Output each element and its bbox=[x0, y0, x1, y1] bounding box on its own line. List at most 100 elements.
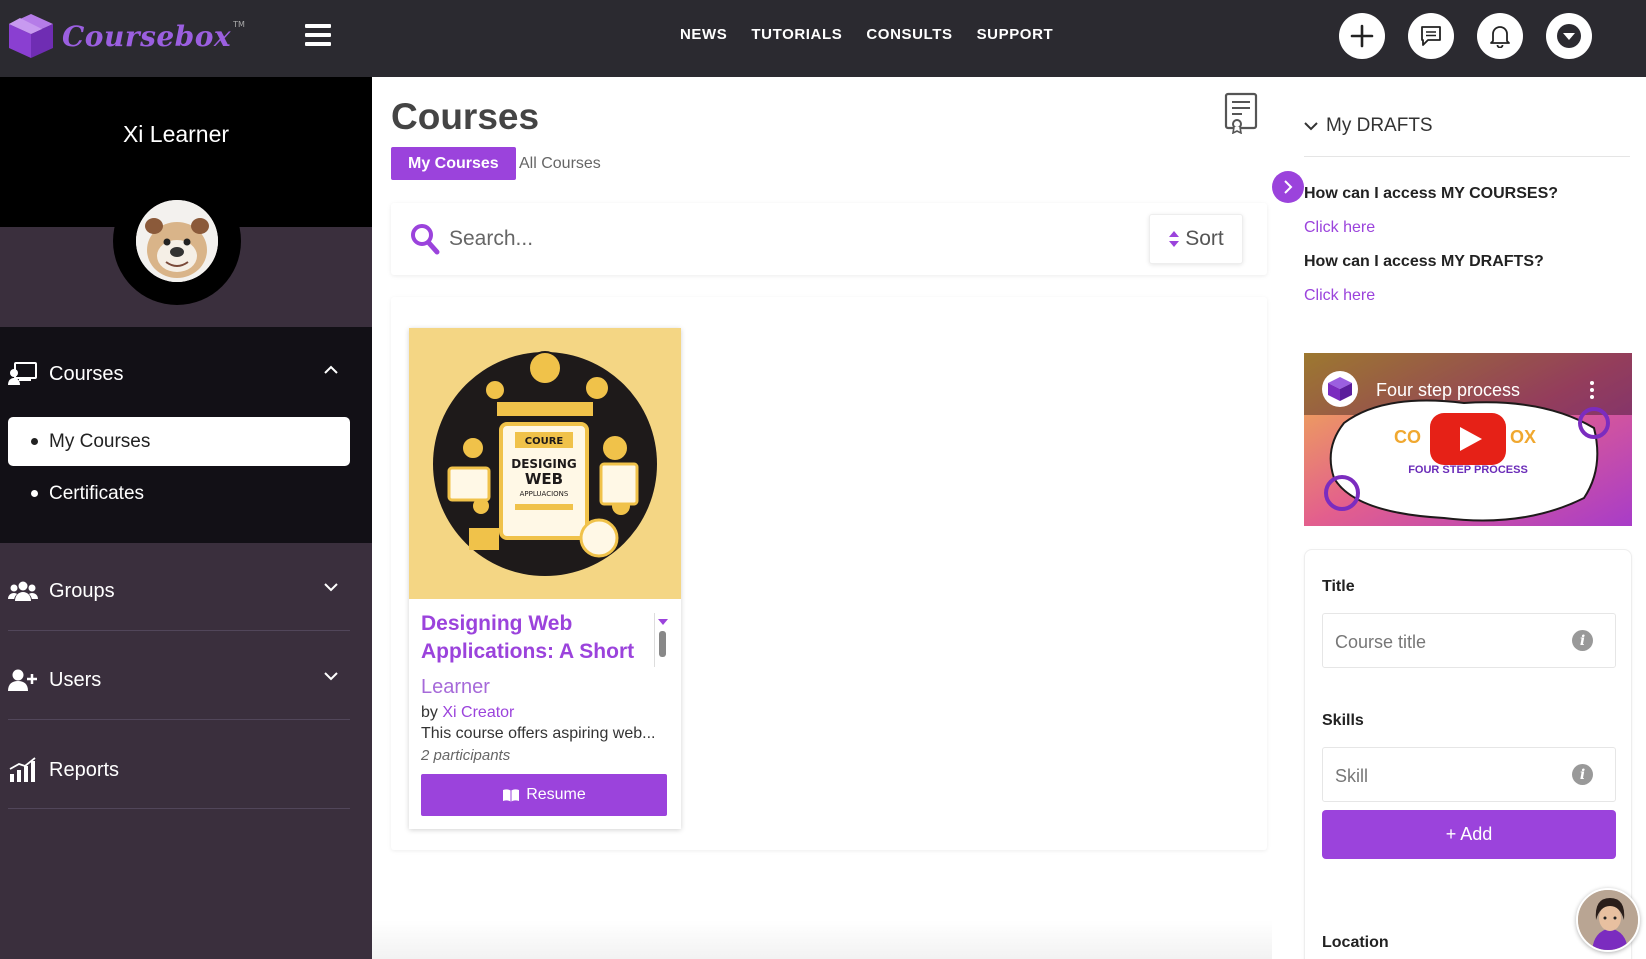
menu-toggle-button[interactable] bbox=[305, 24, 331, 46]
faq-courses-link[interactable]: Click here bbox=[1304, 219, 1375, 237]
faq-question: How can I access MY COURSES? bbox=[1304, 185, 1559, 202]
collapse-panel-button[interactable] bbox=[1272, 171, 1304, 203]
brand-name: Coursebox bbox=[62, 19, 232, 53]
search-input[interactable] bbox=[449, 221, 1129, 257]
chat-icon bbox=[1421, 26, 1441, 46]
create-button[interactable] bbox=[1339, 13, 1385, 59]
certificate-icon bbox=[1224, 92, 1258, 135]
courses-nav-group: Courses My Courses Certificates bbox=[0, 327, 372, 543]
scroll-fade bbox=[372, 920, 1272, 959]
course-title-input[interactable] bbox=[1335, 628, 1575, 656]
avatar[interactable] bbox=[136, 200, 218, 282]
courses-grid: COURE DESIGING WEB APPLUACIONS Designing… bbox=[391, 297, 1267, 850]
thumbnail-text: WEB bbox=[525, 470, 563, 488]
sidebar-item-reports[interactable]: Reports bbox=[0, 741, 372, 799]
course-author: by Xi Creator bbox=[421, 704, 514, 722]
bar-chart-icon bbox=[8, 757, 38, 783]
nav-tutorials-link[interactable]: TUTORIALS bbox=[751, 26, 842, 43]
messages-button[interactable] bbox=[1408, 13, 1454, 59]
location-label: Location bbox=[1322, 934, 1389, 951]
video-brand-text: OX bbox=[1510, 427, 1536, 447]
title-label: Title bbox=[1322, 578, 1355, 595]
skills-label: Skills bbox=[1322, 712, 1364, 729]
sort-label: Sort bbox=[1185, 227, 1224, 250]
sidebar-item-label: Courses bbox=[49, 362, 124, 385]
faq-drafts-link[interactable]: Click here bbox=[1304, 287, 1375, 305]
sidebar-item-label: Users bbox=[49, 668, 102, 691]
certificate-button[interactable] bbox=[1224, 92, 1258, 138]
tutorial-video[interactable]: Four step process CO OX FOUR STEP PROCES… bbox=[1304, 353, 1632, 526]
sidebar-subitem-my-courses[interactable]: My Courses bbox=[8, 417, 350, 466]
tab-my-courses[interactable]: My Courses bbox=[391, 147, 516, 180]
page-title: Courses bbox=[391, 96, 540, 137]
book-open-icon bbox=[503, 789, 520, 802]
nav-news-link[interactable]: NEWS bbox=[680, 26, 727, 43]
author-link[interactable]: Xi Creator bbox=[442, 704, 514, 721]
notifications-button[interactable] bbox=[1477, 13, 1523, 59]
sidebar-item-courses[interactable]: Courses bbox=[0, 345, 372, 403]
sidebar-item-groups[interactable]: Groups bbox=[0, 562, 372, 620]
profile-name: Xi Learner bbox=[122, 121, 230, 147]
thumbnail-text: COURE bbox=[525, 436, 564, 447]
faq-question: How can I access MY DRAFTS? bbox=[1304, 253, 1544, 270]
chevron-down-icon bbox=[1304, 122, 1318, 131]
skill-input[interactable] bbox=[1335, 762, 1575, 790]
course-card[interactable]: COURE DESIGING WEB APPLUACIONS Designing… bbox=[409, 328, 681, 829]
bulldog-avatar-image bbox=[136, 200, 218, 282]
course-participants: 2 participants bbox=[421, 747, 511, 764]
bullet-icon bbox=[31, 438, 38, 445]
info-icon[interactable]: i bbox=[1572, 630, 1593, 651]
info-icon[interactable]: i bbox=[1572, 764, 1593, 785]
video-thumbnail: Four step process CO OX FOUR STEP PROCES… bbox=[1304, 353, 1632, 526]
divider bbox=[1304, 156, 1630, 157]
box-logo-icon bbox=[9, 14, 53, 58]
bell-icon bbox=[1490, 26, 1510, 48]
sidebar: Xi Learner Courses My Courses Certificat… bbox=[0, 77, 372, 959]
sidebar-divider bbox=[8, 808, 350, 809]
my-drafts-toggle[interactable]: My DRAFTS bbox=[1304, 115, 1433, 137]
hamburger-line bbox=[305, 42, 331, 46]
sidebar-subitem-certificates[interactable]: Certificates bbox=[8, 469, 350, 518]
title-scrollbar[interactable] bbox=[654, 613, 668, 667]
course-title[interactable]: Designing Web Applications: A Short bbox=[421, 610, 651, 666]
scroll-arrow-icon bbox=[658, 619, 668, 625]
sidebar-subitem-label: Certificates bbox=[49, 482, 145, 504]
nav-consults-link[interactable]: CONSULTS bbox=[866, 26, 952, 43]
add-skill-button[interactable]: + Add bbox=[1322, 810, 1616, 859]
scrollbar-thumb[interactable] bbox=[659, 631, 666, 657]
tab-all-courses[interactable]: All Courses bbox=[502, 147, 618, 180]
caret-down-icon bbox=[1557, 24, 1581, 48]
sidebar-item-users[interactable]: Users bbox=[0, 651, 372, 709]
author-prefix: by bbox=[421, 704, 438, 721]
courses-icon bbox=[8, 362, 38, 386]
main-content: Courses My Courses All Courses Sort bbox=[372, 77, 1272, 959]
web-design-illustration: COURE DESIGING WEB APPLUACIONS bbox=[409, 328, 681, 599]
thumbnail-text: APPLUACIONS bbox=[520, 490, 569, 498]
groups-icon bbox=[8, 580, 38, 602]
course-thumbnail[interactable]: COURE DESIGING WEB APPLUACIONS bbox=[409, 328, 681, 599]
sort-button[interactable]: Sort bbox=[1149, 214, 1243, 264]
course-role: Learner bbox=[421, 676, 490, 698]
thumbnail-text: DESIGING bbox=[511, 457, 576, 471]
sidebar-item-label: Groups bbox=[49, 579, 115, 602]
top-bar: Coursebox TM NEWS TUTORIALS CONSULTS SUP… bbox=[0, 0, 1646, 77]
account-menu-button[interactable] bbox=[1546, 13, 1592, 59]
assistant-avatar-button[interactable] bbox=[1576, 888, 1640, 952]
resume-button[interactable]: Resume bbox=[421, 774, 667, 816]
chevron-down-icon bbox=[324, 583, 338, 592]
coursebox-logo[interactable]: Coursebox TM bbox=[6, 12, 245, 60]
chevron-down-icon bbox=[324, 672, 338, 681]
sidebar-item-label: Reports bbox=[49, 758, 120, 781]
sort-icon bbox=[1169, 231, 1180, 247]
sidebar-divider bbox=[8, 719, 350, 720]
top-actions bbox=[1339, 13, 1592, 59]
video-title: Four step process bbox=[1376, 380, 1520, 400]
bullet-icon bbox=[31, 490, 38, 497]
right-panel: My DRAFTS How can I access MY COURSES? C… bbox=[1272, 77, 1646, 959]
resume-label: Resume bbox=[526, 786, 586, 803]
plus-icon bbox=[1350, 24, 1374, 48]
profile-avatar-ring bbox=[113, 177, 241, 305]
nav-support-link[interactable]: SUPPORT bbox=[977, 26, 1054, 43]
trademark-mark: TM bbox=[233, 19, 245, 29]
title-field: i bbox=[1322, 613, 1616, 668]
